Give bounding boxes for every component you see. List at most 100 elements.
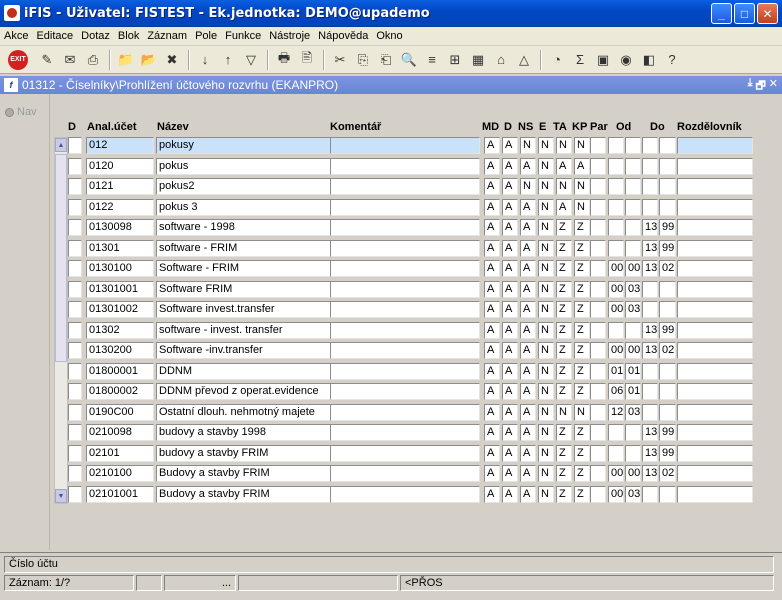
do2-cell[interactable] <box>659 403 676 421</box>
par-cell[interactable] <box>590 383 606 400</box>
do2-cell[interactable]: 02 <box>659 342 676 359</box>
menu-item-4[interactable]: Záznam <box>147 30 187 42</box>
do1-cell[interactable] <box>642 485 658 503</box>
toolbar-icon-1[interactable]: ✉ <box>59 49 81 71</box>
komentar-cell[interactable] <box>330 137 480 154</box>
do1-cell[interactable]: 13 <box>642 342 658 359</box>
do2-cell[interactable] <box>659 198 676 216</box>
anal-ucet-cell[interactable]: 01800001 <box>86 362 154 380</box>
kp-cell[interactable]: N <box>574 178 590 195</box>
komentar-cell[interactable] <box>330 178 480 195</box>
delete-checkbox[interactable] <box>68 362 82 380</box>
d-cell[interactable]: A <box>502 485 518 503</box>
md-cell[interactable]: A <box>484 465 500 482</box>
od2-cell[interactable] <box>625 219 641 236</box>
toolbar-icon-11[interactable]: ✂ <box>329 49 351 71</box>
minimize-button[interactable]: _ <box>711 3 732 24</box>
od2-cell[interactable] <box>625 198 641 216</box>
toolbar-icon-23[interactable]: ◉ <box>615 49 637 71</box>
komentar-cell[interactable] <box>330 301 480 318</box>
do2-cell[interactable] <box>659 280 676 298</box>
kp-cell[interactable]: Z <box>574 362 590 380</box>
od1-cell[interactable] <box>608 321 624 339</box>
toolbar-icon-6[interactable]: ↓ <box>194 49 216 71</box>
rozdelovnik-cell[interactable] <box>677 280 753 298</box>
delete-checkbox[interactable] <box>68 239 82 257</box>
md-cell[interactable]: A <box>484 198 500 216</box>
komentar-cell[interactable] <box>330 198 480 216</box>
rozdelovnik-cell[interactable] <box>677 260 753 277</box>
e-cell[interactable]: N <box>538 260 554 277</box>
toolbar-icon-19[interactable]: △ <box>513 49 535 71</box>
e-cell[interactable]: N <box>538 321 554 339</box>
menu-item-7[interactable]: Nástroje <box>269 30 310 42</box>
scroll-up-icon[interactable]: ▲ <box>55 138 67 152</box>
par-cell[interactable] <box>590 219 606 236</box>
rozdelovnik-cell[interactable] <box>677 342 753 359</box>
ns-cell[interactable]: A <box>520 465 536 482</box>
kp-cell[interactable]: Z <box>574 321 590 339</box>
anal-ucet-cell[interactable]: 01301 <box>86 239 154 257</box>
do1-cell[interactable] <box>642 280 658 298</box>
do1-cell[interactable] <box>642 178 658 195</box>
d-cell[interactable]: A <box>502 137 518 154</box>
od2-cell[interactable]: 00 <box>625 260 641 277</box>
od2-cell[interactable]: 03 <box>625 403 641 421</box>
d-cell[interactable]: A <box>502 260 518 277</box>
od2-cell[interactable]: 01 <box>625 383 641 400</box>
komentar-cell[interactable] <box>330 280 480 298</box>
anal-ucet-cell[interactable]: 01301002 <box>86 301 154 318</box>
delete-checkbox[interactable] <box>68 178 82 195</box>
par-cell[interactable] <box>590 424 606 441</box>
anal-ucet-cell[interactable]: 02101001 <box>86 485 154 503</box>
par-cell[interactable] <box>590 301 606 318</box>
delete-checkbox[interactable] <box>68 444 82 462</box>
d-cell[interactable]: A <box>502 362 518 380</box>
e-cell[interactable]: N <box>538 239 554 257</box>
do2-cell[interactable] <box>659 157 676 175</box>
anal-ucet-cell[interactable]: 01302 <box>86 321 154 339</box>
od2-cell[interactable] <box>625 444 641 462</box>
kp-cell[interactable]: Z <box>574 424 590 441</box>
d-cell[interactable]: A <box>502 403 518 421</box>
kp-cell[interactable]: N <box>574 198 590 216</box>
anal-ucet-cell[interactable]: 01301001 <box>86 280 154 298</box>
kp-cell[interactable]: Z <box>574 301 590 318</box>
rozdelovnik-cell[interactable] <box>677 362 753 380</box>
toolbar-icon-8[interactable]: ▽ <box>240 49 262 71</box>
od2-cell[interactable]: 03 <box>625 280 641 298</box>
e-cell[interactable]: N <box>538 424 554 441</box>
do1-cell[interactable] <box>642 362 658 380</box>
ta-cell[interactable]: Z <box>556 301 572 318</box>
rozdelovnik-cell[interactable] <box>677 239 753 257</box>
od1-cell[interactable] <box>608 219 624 236</box>
rozdelovnik-cell[interactable] <box>677 485 753 503</box>
od1-cell[interactable]: 00 <box>608 465 624 482</box>
kp-cell[interactable]: Z <box>574 342 590 359</box>
rozdelovnik-cell[interactable] <box>677 403 753 421</box>
e-cell[interactable]: N <box>538 485 554 503</box>
delete-checkbox[interactable] <box>68 403 82 421</box>
kp-cell[interactable]: Z <box>574 383 590 400</box>
do1-cell[interactable]: 13 <box>642 465 658 482</box>
kp-cell[interactable]: Z <box>574 280 590 298</box>
kp-cell[interactable]: N <box>574 137 590 154</box>
par-cell[interactable] <box>590 137 606 154</box>
md-cell[interactable]: A <box>484 219 500 236</box>
do2-cell[interactable]: 02 <box>659 465 676 482</box>
ns-cell[interactable]: A <box>520 403 536 421</box>
d-cell[interactable]: A <box>502 383 518 400</box>
od1-cell[interactable]: 12 <box>608 403 624 421</box>
par-cell[interactable] <box>590 485 606 503</box>
od2-cell[interactable] <box>625 424 641 441</box>
toolbar-icon-5[interactable]: ✖ <box>161 49 183 71</box>
od1-cell[interactable]: 00 <box>608 485 624 503</box>
md-cell[interactable]: A <box>484 157 500 175</box>
od2-cell[interactable]: 03 <box>625 301 641 318</box>
delete-checkbox[interactable] <box>68 157 82 175</box>
od2-cell[interactable] <box>625 321 641 339</box>
do2-cell[interactable]: 99 <box>659 444 676 462</box>
anal-ucet-cell[interactable]: 012 <box>86 137 154 154</box>
toolbar-icon-22[interactable]: ▣ <box>592 49 614 71</box>
do1-cell[interactable]: 13 <box>642 321 658 339</box>
